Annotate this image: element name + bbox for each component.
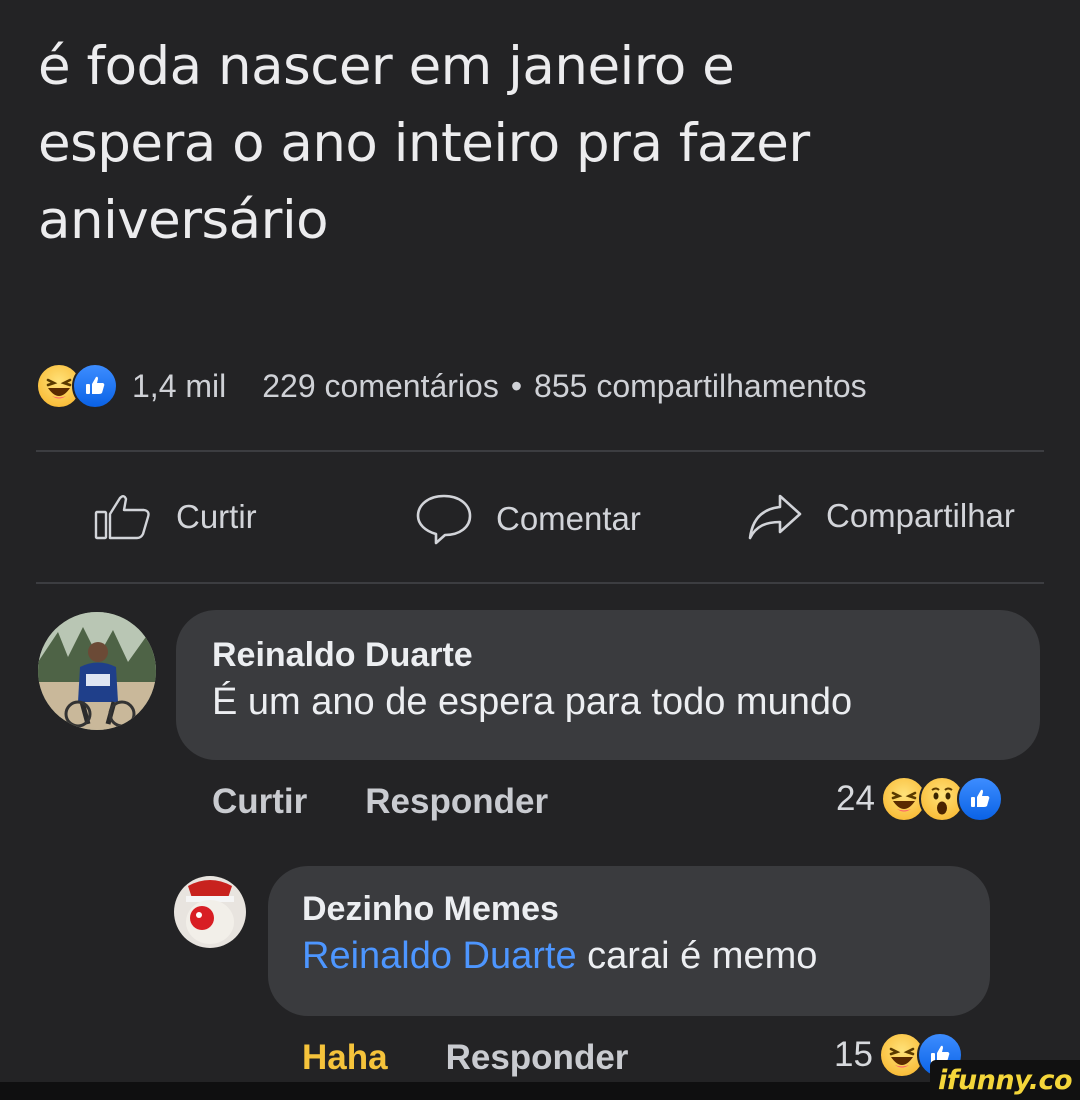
comment-icon	[414, 492, 474, 546]
post-text: é foda nascer em janeiro e espera o ano …	[38, 28, 1048, 259]
share-count[interactable]: 855 compartilhamentos	[534, 368, 867, 405]
comment-like-button[interactable]: Curtir	[212, 782, 307, 822]
comment-reply-button[interactable]: Responder	[365, 782, 548, 822]
comment-label: Comentar	[496, 500, 641, 537]
reaction-summary[interactable]	[36, 363, 118, 409]
bottom-strip	[0, 1082, 1080, 1100]
mention-link[interactable]: Reinaldo Duarte	[302, 935, 577, 977]
avatar[interactable]	[174, 876, 246, 948]
divider	[36, 450, 1044, 452]
watermark: ifunny.co	[930, 1060, 1080, 1100]
comment-reaction-count: 15	[834, 1035, 873, 1074]
like-label: Curtir	[176, 498, 257, 535]
comment-bubble: Dezinho Memes Reinaldo Duarte carai é me…	[268, 866, 990, 1016]
divider	[36, 582, 1044, 584]
comment-actions: Curtir Responder	[212, 782, 548, 822]
comment-reaction-icons	[880, 776, 1003, 822]
post-actions: Curtir Comentar Compartilhar	[36, 470, 1066, 570]
like-button[interactable]: Curtir	[92, 492, 257, 542]
like-icon	[72, 363, 118, 409]
comment-reactions[interactable]: 24	[836, 776, 1017, 822]
like-icon	[956, 776, 1003, 822]
comment-author[interactable]: Dezinho Memes	[302, 890, 956, 929]
stats-separator: •	[510, 367, 523, 404]
comment-bubble: Reinaldo Duarte É um ano de espera para …	[176, 610, 1040, 760]
share-button[interactable]: Compartilhar	[746, 492, 1015, 540]
comment-reply-button[interactable]: Responder	[446, 1038, 629, 1078]
comment-text-body: carai é memo	[587, 935, 818, 977]
share-icon	[746, 492, 804, 540]
post-text-line: é foda nascer em janeiro e	[38, 36, 735, 97]
post-stats: 1,4 mil 229 comentários • 855 compartilh…	[36, 360, 1046, 412]
thumbs-up-icon	[92, 492, 154, 542]
comment-reaction-count: 24	[836, 779, 875, 818]
comment-actions: Haha Responder	[302, 1038, 628, 1078]
reaction-count[interactable]: 1,4 mil	[132, 368, 226, 405]
ifunny-logo: ifunny.co	[937, 1064, 1073, 1096]
comment-text: Reinaldo Duarte carai é memo	[302, 935, 956, 978]
share-label: Compartilhar	[826, 497, 1015, 534]
post-text-line: espera o ano inteiro pra fazer	[38, 113, 810, 174]
comment-haha-button[interactable]: Haha	[302, 1038, 388, 1078]
avatar[interactable]	[38, 612, 156, 730]
comment-author[interactable]: Reinaldo Duarte	[212, 636, 1004, 675]
comment-count[interactable]: 229 comentários	[262, 368, 499, 405]
comment-button[interactable]: Comentar	[414, 492, 641, 546]
post-text-line: aniversário	[38, 190, 329, 251]
comment-text: É um ano de espera para todo mundo	[212, 681, 853, 723]
facebook-post: é foda nascer em janeiro e espera o ano …	[0, 0, 1080, 1100]
